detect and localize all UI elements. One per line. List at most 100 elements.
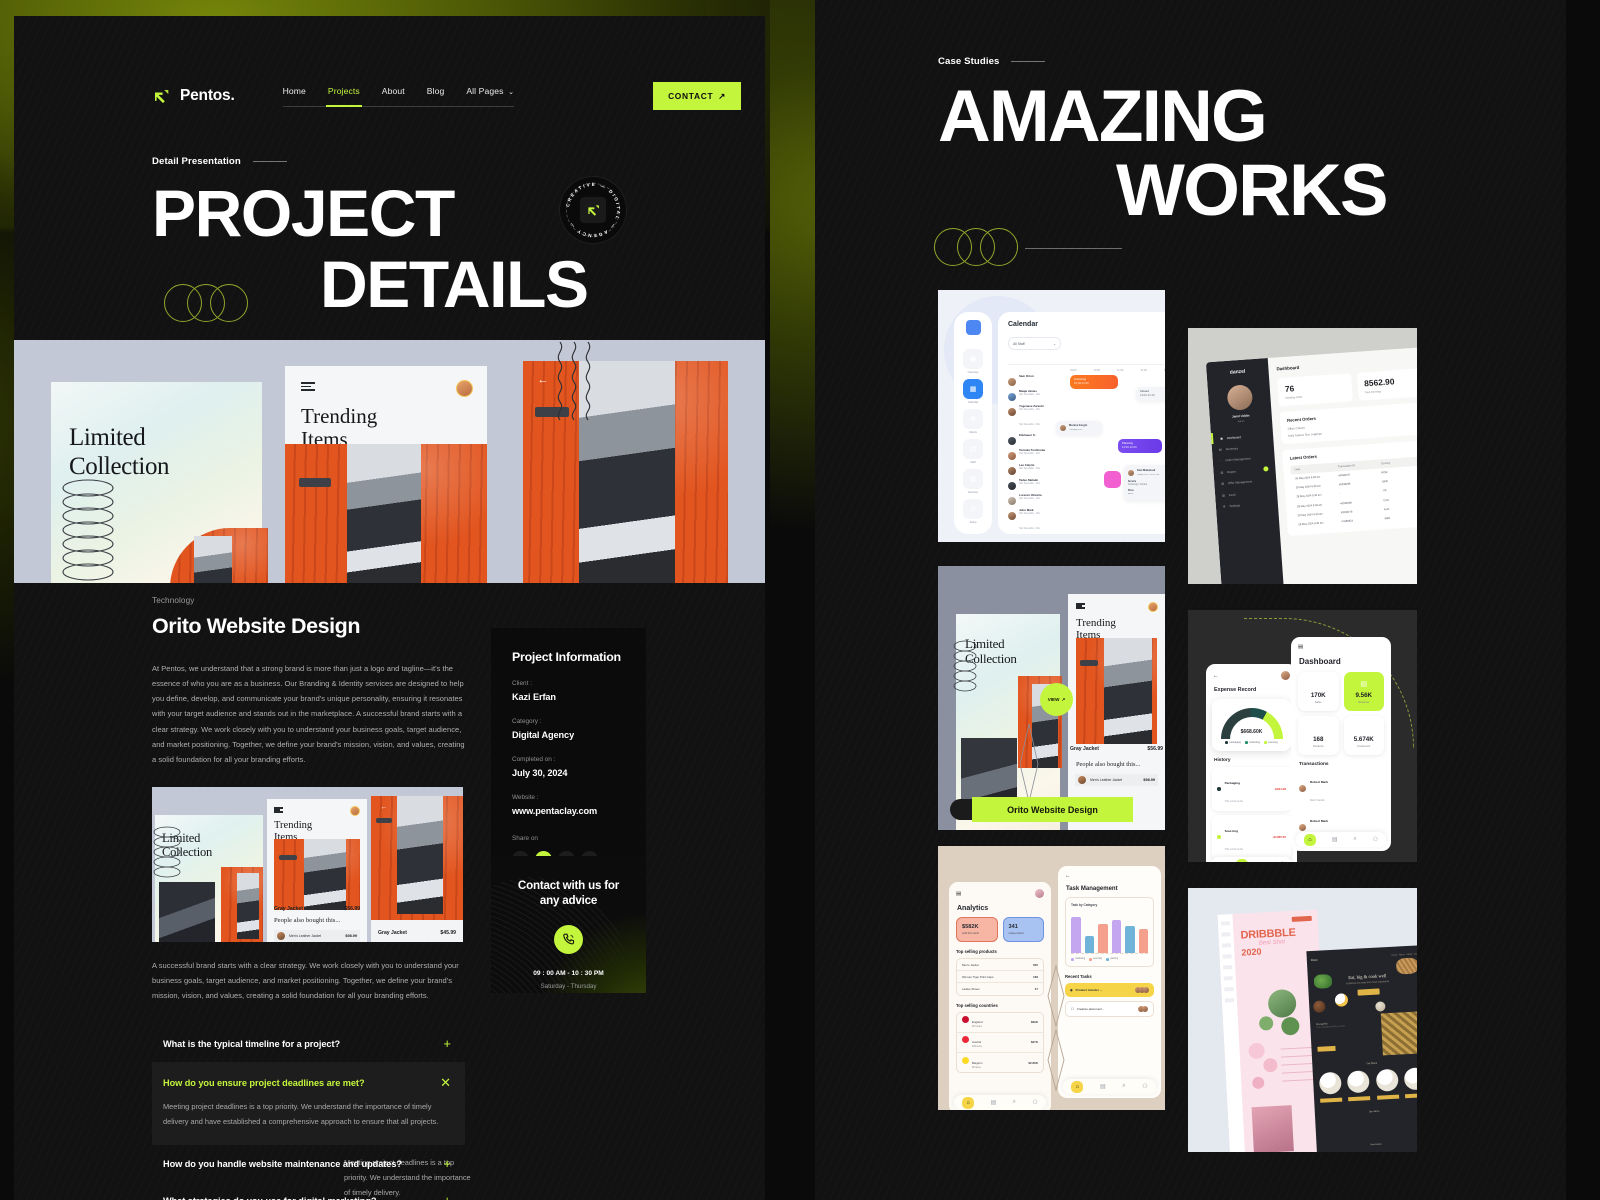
bottom-navbar[interactable]: ⌂ ▤ ⌕ ⚇ — [954, 1095, 1046, 1110]
hamburger-icon[interactable] — [1076, 603, 1085, 609]
amazing-works-page: Pentos. Home Projects About Blog All Pag… — [815, 0, 1566, 1200]
bottom-navbar[interactable]: ⌂ ▤ ⌕ ⚇ — [1211, 857, 1292, 862]
grid-icon[interactable]: ▣ — [963, 349, 983, 369]
screenshot-root: Pentos. Home Projects About Blog All Pag… — [0, 0, 1600, 1200]
bottom-navbar[interactable]: ⌂ ▤ ⌕ ⚇ — [1296, 832, 1386, 847]
hamburger-icon[interactable] — [274, 806, 283, 813]
task-row[interactable]: ☐ Creative document... — [1065, 1000, 1154, 1017]
phone-icon[interactable] — [554, 924, 583, 954]
tile-customers: ⚇ 5.674K Customers — [1343, 716, 1384, 755]
card-icon[interactable]: ▤ — [991, 1099, 997, 1106]
nav-item-home[interactable]: Home — [283, 86, 306, 97]
view-button[interactable]: VIEW ↗ — [1040, 683, 1073, 716]
mockup-trending-items: Trending Items Gray Jacket $56.99 People… — [1068, 594, 1165, 830]
mockup-food-website: Resto Home · Menu · About · Contact Eat,… — [1306, 945, 1417, 1152]
nav-item-all-pages[interactable]: All Pages ⌄ — [466, 86, 514, 97]
home-icon[interactable]: ⌂ — [1071, 1080, 1084, 1093]
home-icon[interactable]: ⌂ — [962, 1096, 975, 1109]
user-icon[interactable]: ⚇ — [1279, 861, 1284, 862]
hamburger-icon[interactable] — [301, 382, 315, 391]
work-card-orito-website-design[interactable]: Limited Collection Trending Items Gray J… — [938, 566, 1165, 830]
page-title-right: AMAZING WORKS — [938, 80, 1566, 231]
calendar-event-block[interactable] — [1104, 471, 1121, 488]
sidebar-label-clients: Clients — [969, 431, 977, 434]
work-card-admin-dashboard[interactable]: danzel Jamil Uddin Admin ▣ Dashboard ▤ Sum… — [1188, 328, 1417, 584]
home-icon[interactable]: ⌂ — [1303, 833, 1316, 846]
order-icon: ◌ — [1219, 458, 1222, 463]
calendar-event-closed[interactable]: Closed 11:00-11:30 — [1136, 387, 1165, 401]
work-card-calendar-dashboard[interactable]: ▣ Overview ▦ Calendar ❇ Clients ▤ Staff … — [938, 290, 1165, 542]
arrow-left-icon[interactable]: ← — [376, 800, 392, 816]
tile-products: ▥ 168 Products — [1298, 716, 1339, 755]
close-icon[interactable]: ✕ — [440, 1076, 451, 1089]
checkbox-icon[interactable]: ☐ — [1071, 1007, 1074, 1011]
card-icon[interactable]: ▤ — [1235, 858, 1248, 862]
view-button-label: VIEW — [1047, 697, 1060, 702]
gear-icon[interactable]: ⚙ — [963, 499, 983, 519]
calendar-row: John Mark Hair Specialist - 40m — [1008, 508, 1165, 530]
faq-item-2[interactable]: How do you ensure project deadlines are … — [152, 1062, 465, 1146]
checkbox-icon[interactable]: ◉ — [1070, 988, 1073, 992]
sidebar-label-calendar: Calendar — [967, 401, 979, 404]
task-row[interactable]: ◉ Product transfer ... — [1065, 982, 1154, 997]
services-icon[interactable]: ▥ — [963, 469, 983, 489]
calendar-event-planning[interactable]: Planning 11:30-12:00 — [1118, 439, 1162, 453]
expense-gauge-card: $668.60K packaging marketing sourcing — [1212, 699, 1291, 751]
time-label: 09:00 — [1070, 369, 1077, 372]
card-icon[interactable]: ▤ — [1100, 1083, 1106, 1090]
card-icon[interactable]: ▤ — [1332, 836, 1338, 843]
bar-chart — [1071, 912, 1148, 954]
info-value-website[interactable]: www.pentaclay.com — [512, 806, 625, 816]
info-label-category: Category : — [512, 718, 542, 725]
clients-icon[interactable]: ❇ — [963, 409, 983, 429]
work-card-analytics-task-app[interactable]: ▤ Analytics $582K profit this month 341 … — [938, 846, 1165, 1110]
user-icon[interactable]: ⚇ — [1032, 1099, 1037, 1106]
brand-logo[interactable]: Pentos. — [152, 87, 235, 106]
nav-item-blog[interactable]: Blog — [427, 86, 445, 97]
countries-title: Top selling countries — [956, 1002, 998, 1008]
products-list: Men's Jacket 635 Women Tiger Print Caps 18… — [956, 958, 1044, 996]
work-card-dribbble-food-web[interactable]: DRIBBBLE Best Shot 2020 Resto Home · Men… — [1188, 888, 1417, 1152]
work-card-finance-mobile-app[interactable]: ← Expense Record $668.60K packaging mark… — [1188, 610, 1417, 862]
phone-task-management: ← Task Management Task by Category marke… — [1058, 866, 1161, 1098]
search-icon[interactable]: ⌕ — [1353, 836, 1356, 843]
food-cta-button[interactable] — [1356, 988, 1380, 996]
calendar-title: Calendar — [1008, 321, 1038, 328]
offer-icon: ▧ — [1221, 481, 1225, 486]
user-icon[interactable]: ⚇ — [1373, 836, 1378, 843]
home-icon[interactable]: ⌂ — [1218, 862, 1222, 863]
contact-button[interactable]: CONTACT ↗ — [653, 82, 741, 110]
search-icon[interactable]: ⌕ — [1122, 1083, 1125, 1090]
calendar-icon[interactable]: ▦ — [963, 379, 983, 399]
menu-icon[interactable]: ▤ — [956, 891, 961, 897]
staff-select[interactable]: All Staff ⌄ — [1008, 337, 1061, 350]
nav-item-about[interactable]: About — [382, 86, 405, 97]
diamond-decoration — [1047, 964, 1065, 1092]
faq-item-4[interactable]: What strategies do you use for digital m… — [152, 1182, 465, 1200]
hero-section: Detail Presentation PROJECT DETAILS — [14, 156, 765, 322]
admin-signout[interactable]: Sign Out⇥ — [1222, 582, 1285, 584]
staff-select-value: All Staff — [1013, 341, 1025, 346]
user-avatar — [1035, 889, 1044, 898]
gear-icon: ⚙ — [1222, 504, 1226, 509]
search-icon[interactable]: ⌕ — [1013, 1099, 1016, 1106]
calendar-event-colouring[interactable]: Colouring 10:00-11:00 — [1070, 375, 1118, 389]
card-tag-label[interactable]: Orito Website Design — [972, 797, 1133, 822]
dish-thumb — [1375, 1068, 1399, 1092]
menu-icon[interactable]: ▤ — [1298, 644, 1303, 650]
faq-item-1[interactable]: What is the typical timeline for a proje… — [152, 1025, 465, 1062]
list-item: Men's Jacket 635 — [957, 959, 1043, 972]
hero-title-line2: WORKS — [1116, 149, 1389, 231]
faq-item-3[interactable]: How do you handle website maintenance an… — [152, 1145, 465, 1182]
staff-icon[interactable]: ▤ — [963, 439, 983, 459]
search-icon[interactable]: ⌕ — [1262, 861, 1265, 862]
plus-icon: + — [443, 1194, 451, 1200]
also-bought-label: People also bought this... — [274, 916, 341, 924]
bottom-navbar[interactable]: ⌂ ▤ ⌕ ⚇ — [1063, 1079, 1156, 1094]
mini-product-price: $98.99 — [345, 933, 357, 938]
calendar-main: Calendar All Staff ⌄ 09:00 10:00 11:00 1… — [998, 312, 1165, 534]
arrow-left-icon[interactable]: ← — [1213, 673, 1219, 679]
arrow-left-icon[interactable]: ← — [1065, 873, 1071, 879]
nav-item-projects[interactable]: Projects — [325, 86, 362, 107]
user-icon[interactable]: ⚇ — [1142, 1083, 1147, 1090]
